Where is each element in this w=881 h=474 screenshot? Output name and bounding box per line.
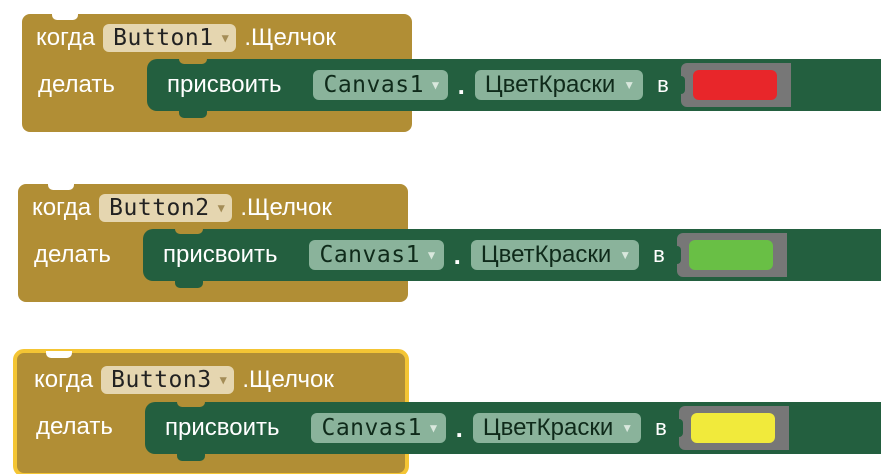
color-value-block[interactable]	[673, 233, 787, 277]
set-label: присвоить	[167, 71, 282, 98]
block-notch	[175, 228, 203, 234]
target-component-name: Canvas1	[323, 72, 424, 98]
property-name: ЦветКраски	[482, 414, 614, 441]
socket-tab	[673, 246, 681, 264]
dot-separator: .	[457, 69, 465, 100]
property-name: ЦветКраски	[480, 241, 612, 268]
set-label: присвоить	[163, 241, 278, 268]
target-component-name: Canvas1	[319, 242, 420, 268]
to-label: в	[655, 415, 667, 440]
chevron-down-icon: ▼	[429, 421, 438, 435]
event-header: когда Button1 ▼ .Щелчок	[36, 23, 336, 53]
color-swatch[interactable]	[692, 70, 777, 100]
to-label: в	[657, 72, 669, 97]
target-component-dropdown[interactable]: Canvas1 ▼	[309, 240, 444, 270]
do-label: делать	[36, 413, 113, 440]
block-notch	[179, 58, 207, 64]
do-label: делать	[38, 71, 115, 98]
chevron-down-icon: ▼	[619, 248, 632, 262]
socket-tab	[677, 76, 685, 94]
target-component-name: Canvas1	[321, 415, 422, 441]
set-label: присвоить	[165, 414, 280, 441]
to-label: в	[653, 242, 665, 267]
event-block-button1-click[interactable]: когда Button1 ▼ .Щелчок делать присвоить…	[22, 13, 881, 132]
dot-separator: .	[453, 239, 461, 270]
chevron-down-icon: ▼	[217, 201, 226, 215]
when-label: когда	[32, 194, 92, 221]
block-notch	[177, 401, 205, 407]
target-component-dropdown[interactable]: Canvas1 ▼	[311, 413, 446, 443]
chevron-down-icon: ▼	[431, 78, 440, 92]
chevron-down-icon: ▼	[621, 421, 634, 435]
set-property-block[interactable]: присвоить Canvas1 ▼ . ЦветКраски ▼ в	[145, 401, 881, 461]
block-notch	[48, 183, 74, 190]
component-dropdown[interactable]: Button3 ▼	[101, 366, 235, 394]
block-bump	[177, 453, 205, 461]
property-dropdown[interactable]: ЦветКраски ▼	[474, 70, 644, 100]
when-label: когда	[34, 366, 94, 393]
block-notch	[46, 351, 72, 358]
component-dropdown[interactable]: Button2 ▼	[99, 194, 233, 222]
do-label: делать	[34, 241, 111, 268]
property-name: ЦветКраски	[484, 71, 616, 98]
set-property-block[interactable]: присвоить Canvas1 ▼ . ЦветКраски ▼ в	[147, 58, 881, 118]
component-name: Button3	[111, 367, 212, 393]
block-bump	[175, 280, 203, 288]
color-value-block[interactable]	[677, 63, 791, 107]
block-bump	[179, 110, 207, 118]
color-swatch[interactable]	[690, 413, 775, 443]
property-dropdown[interactable]: ЦветКраски ▼	[472, 413, 642, 443]
target-component-dropdown[interactable]: Canvas1 ▼	[313, 70, 448, 100]
property-dropdown[interactable]: ЦветКраски ▼	[470, 240, 640, 270]
event-name: .Щелчок	[242, 366, 334, 393]
event-header: когда Button3 ▼ .Щелчок	[34, 365, 334, 395]
component-name: Button1	[113, 25, 214, 51]
block-notch	[52, 13, 78, 20]
event-block-button2-click[interactable]: когда Button2 ▼ .Щелчок делать присвоить…	[18, 183, 881, 302]
chevron-down-icon: ▼	[623, 78, 636, 92]
component-dropdown[interactable]: Button1 ▼	[103, 24, 237, 52]
set-property-block[interactable]: присвоить Canvas1 ▼ . ЦветКраски ▼ в	[143, 228, 881, 288]
event-name: .Щелчок	[240, 194, 332, 221]
when-label: когда	[36, 24, 96, 51]
chevron-down-icon: ▼	[427, 248, 436, 262]
event-block-button3-click[interactable]: когда Button3 ▼ .Щелчок делать присвоить…	[13, 349, 881, 474]
dot-separator: .	[455, 412, 463, 443]
chevron-down-icon: ▼	[221, 31, 230, 45]
color-swatch[interactable]	[688, 240, 773, 270]
socket-tab	[675, 419, 683, 437]
chevron-down-icon: ▼	[219, 373, 228, 387]
event-name: .Щелчок	[244, 24, 336, 51]
component-name: Button2	[109, 195, 210, 221]
event-header: когда Button2 ▼ .Щелчок	[32, 193, 332, 223]
color-value-block[interactable]	[675, 406, 789, 450]
